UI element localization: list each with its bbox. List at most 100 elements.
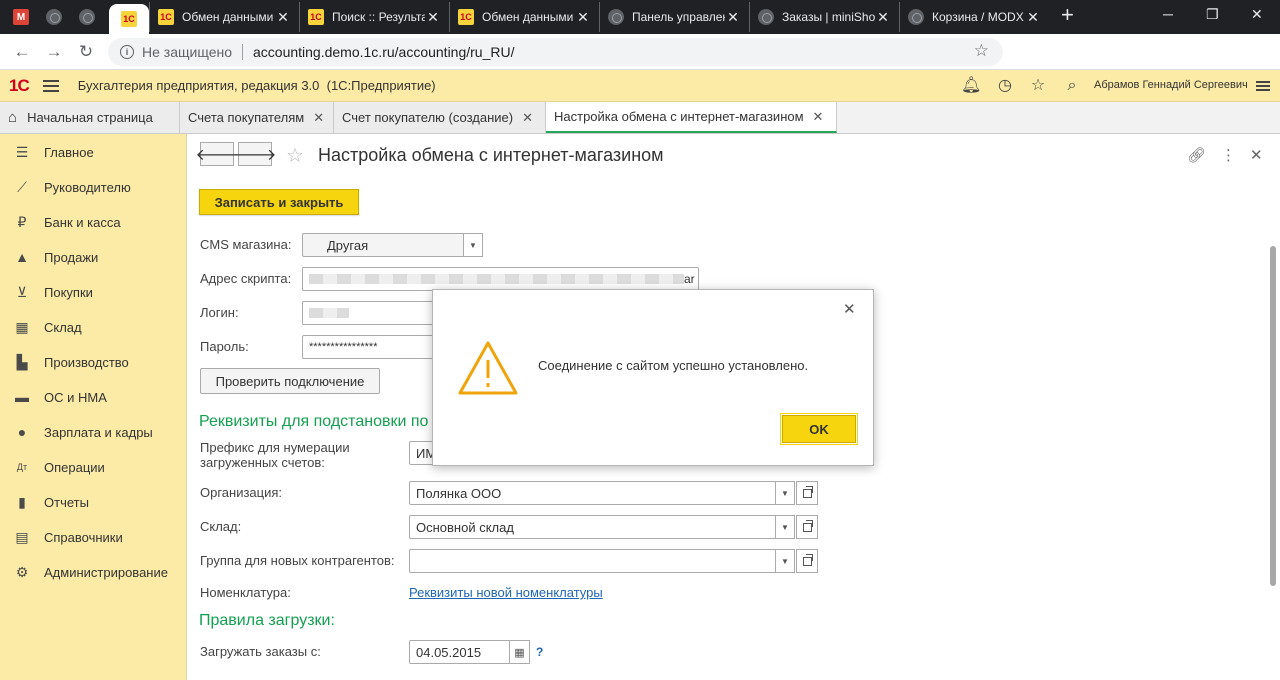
- browser-tab-title: Заказы | miniShop2: [782, 10, 875, 24]
- sidebar-item-production[interactable]: ▙ Производство: [0, 347, 187, 377]
- pinned-tab-gmail[interactable]: M: [9, 0, 33, 34]
- browser-tab-title: Панель управления: [632, 10, 725, 24]
- ok-button[interactable]: OK: [780, 413, 858, 445]
- page-title: Настройка обмена с интернет-магазином: [318, 145, 664, 165]
- back-button[interactable]: 🡐: [196, 142, 238, 166]
- browser-tab[interactable]: 1С Поиск :: Результаты✕: [299, 2, 449, 32]
- hamburger-menu-icon[interactable]: [42, 79, 59, 92]
- search-icon[interactable]: ⌕: [1063, 77, 1081, 95]
- close-icon[interactable]: ✕: [725, 9, 741, 26]
- sidebar-item-manager[interactable]: ⟋ Руководителю: [0, 172, 187, 202]
- script-input[interactable]: ar: [302, 267, 699, 291]
- close-icon[interactable]: ✕: [313, 110, 324, 126]
- info-icon[interactable]: i: [120, 45, 134, 59]
- scrollbar[interactable]: [1268, 246, 1278, 680]
- pinned-tab-2[interactable]: [42, 0, 66, 34]
- pinned-tab-active-1c[interactable]: 1С: [109, 4, 149, 34]
- sidebar-item-assets[interactable]: ▬ ОС и НМА: [0, 382, 187, 412]
- factory-icon: ▙: [16, 353, 28, 370]
- link-icon[interactable]: 🔗︎: [1187, 146, 1206, 164]
- login-input[interactable]: [302, 301, 442, 325]
- tab-exchange-settings[interactable]: Настройка обмена с интернет-магазином ✕: [546, 102, 837, 133]
- nomenclature-link[interactable]: Реквизиты новой номенклатуры: [409, 585, 603, 600]
- new-tab-button[interactable]: +: [1061, 2, 1074, 28]
- favorites-star-icon[interactable]: ☆: [1029, 77, 1047, 95]
- browser-tab[interactable]: 1С Обмен данными ✕: [449, 2, 599, 32]
- sidebar-item-main[interactable]: ☰ Главное: [0, 137, 187, 167]
- form-close-icon[interactable]: ✕: [1250, 146, 1263, 164]
- open-icon[interactable]: [796, 481, 818, 505]
- 1c-logo: 1С: [9, 75, 30, 95]
- bookmark-star-icon[interactable]: ☆: [974, 41, 989, 61]
- chevron-down-icon[interactable]: ▼: [775, 515, 795, 539]
- date-input[interactable]: 04.05.2015: [409, 640, 511, 664]
- nomenclature-label: Номенклатура:: [200, 585, 291, 600]
- sidebar-item-bank[interactable]: ₽ Банк и касса: [0, 207, 187, 237]
- help-icon[interactable]: ?: [536, 645, 543, 659]
- close-icon[interactable]: ✕: [275, 9, 291, 26]
- browser-tab[interactable]: Корзина / MODX ✕: [899, 2, 1049, 32]
- open-icon[interactable]: [796, 515, 818, 539]
- window-close-icon[interactable]: ✕: [1251, 6, 1263, 23]
- sidebar-item-warehouse[interactable]: ▦ Склад: [0, 312, 187, 342]
- sidebar-item-admin[interactable]: ⚙ Администрирование: [0, 557, 187, 587]
- forward-button[interactable]: 🡒: [234, 142, 276, 166]
- browser-tab[interactable]: Панель управления✕: [599, 2, 749, 32]
- organization-input[interactable]: Полянка ООО: [409, 481, 777, 505]
- close-icon[interactable]: ✕: [813, 109, 824, 125]
- user-name[interactable]: Абрамов Геннадий Сергеевич: [1094, 79, 1248, 91]
- check-connection-button[interactable]: Проверить подключение: [200, 368, 380, 394]
- cms-label: CMS магазина:: [200, 237, 292, 252]
- globe-icon: [46, 9, 62, 25]
- sidebar-item-catalogs[interactable]: ▤ Справочники: [0, 522, 187, 552]
- scrollbar-thumb[interactable]: [1270, 246, 1276, 586]
- group-input[interactable]: [409, 549, 777, 573]
- minimize-icon[interactable]: ─: [1163, 6, 1173, 22]
- reload-icon[interactable]: ↻: [70, 42, 102, 62]
- person-icon: ●: [17, 424, 27, 440]
- close-icon[interactable]: ✕: [425, 9, 441, 26]
- close-icon[interactable]: ✕: [1025, 9, 1041, 26]
- message-dialog: ✕ Соединение с сайтом успешно установлен…: [432, 289, 874, 466]
- open-icon[interactable]: [796, 549, 818, 573]
- 1c-icon: 1С: [121, 11, 137, 27]
- close-icon[interactable]: ✕: [522, 110, 533, 126]
- script-label: Адрес скрипта:: [200, 271, 292, 286]
- favorite-star-icon[interactable]: ☆: [286, 143, 304, 168]
- cms-select[interactable]: Другая: [302, 233, 466, 257]
- tab-home[interactable]: ⌂ Начальная страница: [0, 102, 180, 133]
- forward-icon[interactable]: →: [38, 42, 70, 62]
- chevron-down-icon[interactable]: ▼: [775, 481, 795, 505]
- close-icon[interactable]: ✕: [875, 9, 891, 26]
- list-icon: ☰: [15, 143, 29, 160]
- sidebar-item-salary[interactable]: ● Зарплата и кадры: [0, 417, 187, 447]
- browser-tab[interactable]: 1С Обмен данными ✕: [149, 2, 299, 32]
- sidebar-item-reports[interactable]: ▮ Отчеты: [0, 487, 187, 517]
- history-icon[interactable]: ◷: [996, 77, 1014, 95]
- tab-invoices[interactable]: Счета покупателям ✕: [180, 102, 334, 133]
- chevron-down-icon[interactable]: ▼: [775, 549, 795, 573]
- browser-tab[interactable]: Заказы | miniShop2✕: [749, 2, 899, 32]
- bell-icon[interactable]: 🔔︎: [961, 77, 981, 95]
- close-icon[interactable]: ✕: [575, 9, 591, 26]
- password-input[interactable]: ****************: [302, 335, 442, 359]
- chevron-down-icon[interactable]: ▼: [463, 233, 483, 257]
- sidebar-item-purchases[interactable]: ⊻ Покупки: [0, 277, 187, 307]
- address-bar: ← → ↻ i Не защищено accounting.demo.1c.r…: [0, 34, 1280, 96]
- sidebar-item-operations[interactable]: Дт Операции: [0, 452, 187, 482]
- operations-icon: Дт: [16, 462, 28, 472]
- url-text[interactable]: accounting.demo.1c.ru/accounting/ru_RU/: [253, 44, 514, 60]
- omnibox[interactable]: i Не защищено accounting.demo.1c.ru/acco…: [108, 38, 1003, 66]
- app-menu-icon[interactable]: [1256, 81, 1270, 91]
- restore-icon[interactable]: ❐: [1206, 6, 1219, 23]
- pinned-tab-3[interactable]: [75, 0, 99, 34]
- more-icon[interactable]: ⋮: [1221, 146, 1236, 164]
- warehouse-input[interactable]: Основной склад: [409, 515, 777, 539]
- calendar-icon[interactable]: ▦: [509, 640, 530, 664]
- back-icon[interactable]: ←: [6, 42, 38, 62]
- sidebar-item-sales[interactable]: ▲ Продажи: [0, 242, 187, 272]
- 1c-icon: 1С: [158, 9, 174, 25]
- close-icon[interactable]: ✕: [843, 300, 856, 318]
- tab-invoice-create[interactable]: Счет покупателю (создание) ✕: [334, 102, 546, 133]
- save-and-close-button[interactable]: Записать и закрыть: [199, 189, 359, 215]
